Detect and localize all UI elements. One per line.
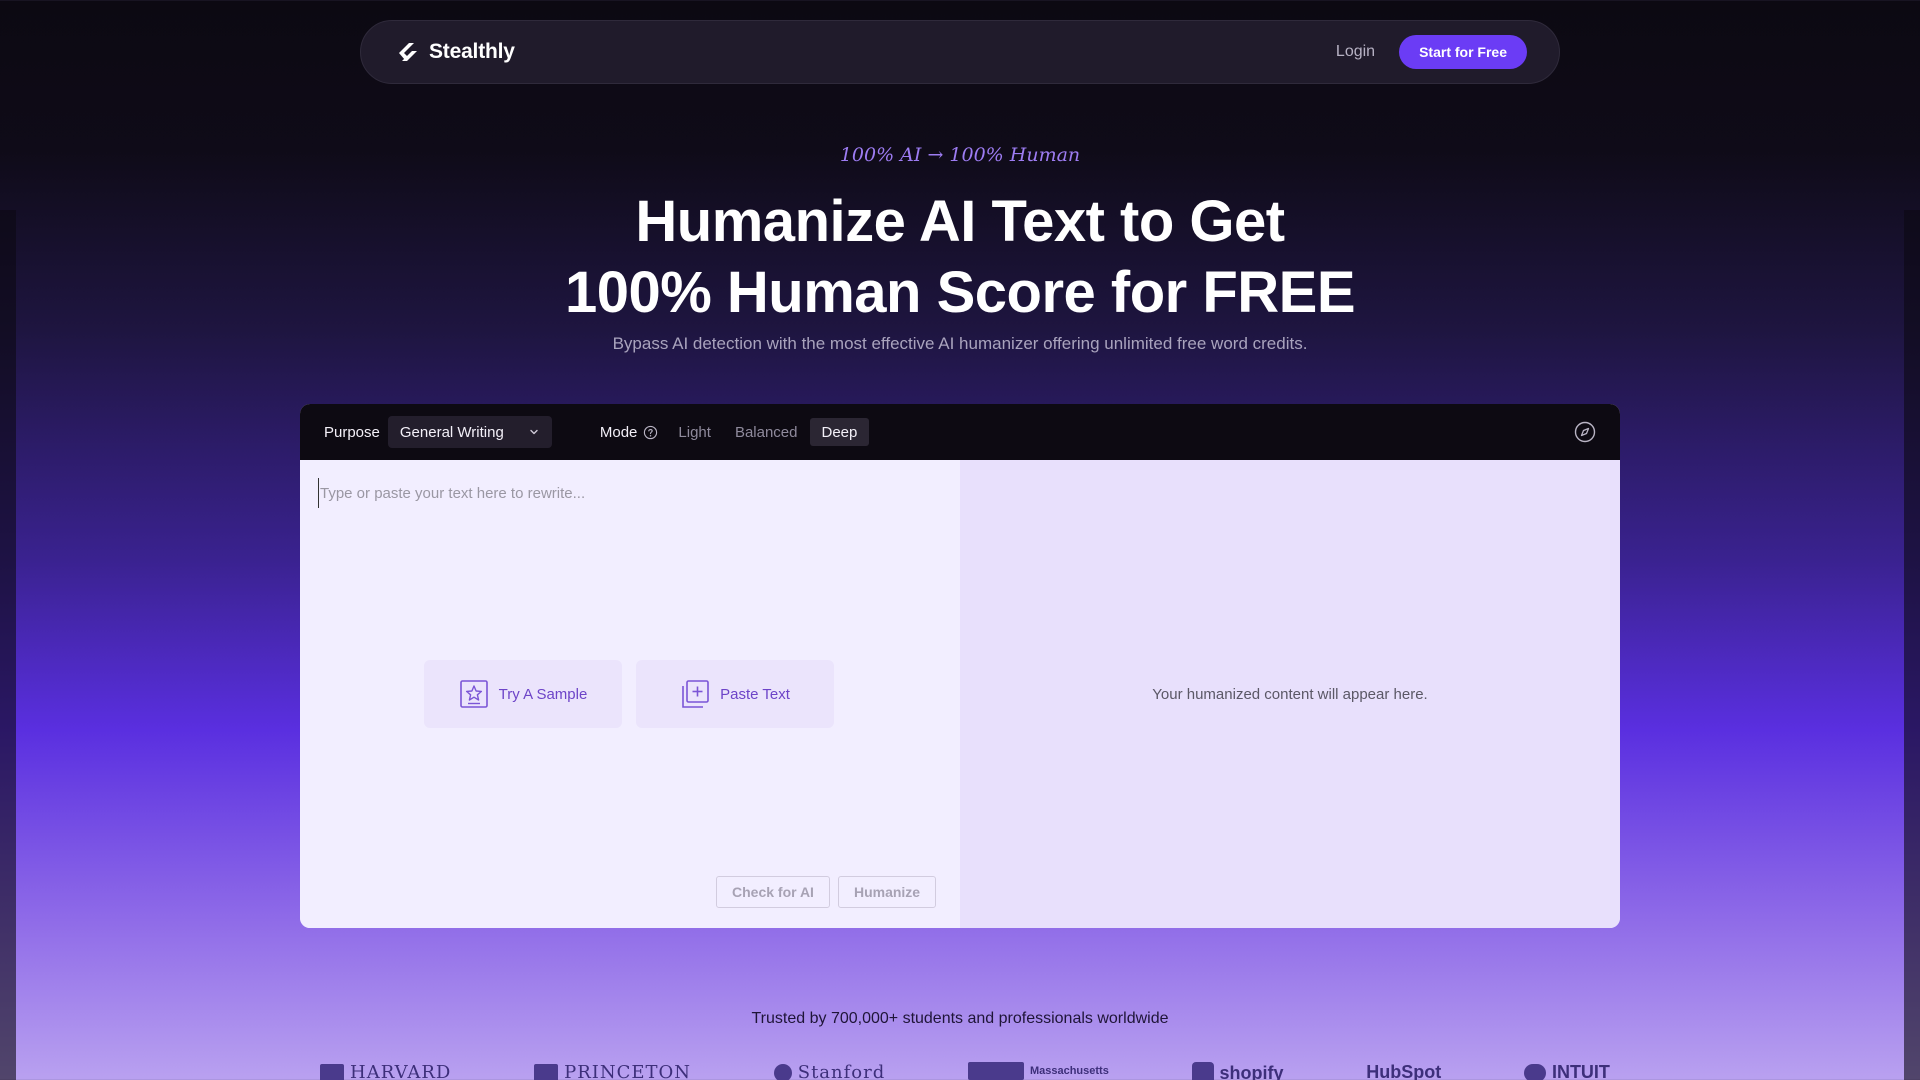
intuit-mark-icon	[1523, 1063, 1546, 1080]
hero-title-line-1: Humanize AI Text to Get	[635, 189, 1285, 254]
stanford-text: Stanford	[797, 1062, 886, 1080]
hero-eyebrow: 100% AI → 100% Human	[839, 144, 1081, 166]
paste-text-label: Paste Text	[720, 685, 790, 703]
brand-logo[interactable]: Stealthly	[395, 39, 515, 65]
stanford-seal-icon	[773, 1063, 792, 1080]
hero-title-line-2: 100% Human Score for FREE	[564, 260, 1356, 325]
shopify-bag-icon	[1191, 1062, 1214, 1080]
hubspot-text: HubSpot	[1366, 1062, 1442, 1080]
top-navbar: Stealthly Login Start for Free	[360, 20, 1560, 84]
stealthly-logo-icon	[399, 43, 417, 61]
paste-plus-icon	[682, 680, 709, 708]
harvard-logo: HARVARD	[320, 1062, 451, 1080]
purpose-value: General Writing	[399, 423, 504, 441]
mit-text: Massachusetts	[1029, 1065, 1109, 1077]
chevron-down-icon	[530, 429, 538, 435]
hero-subtitle: Bypass AI detection with the most effect…	[612, 334, 1308, 353]
princeton-logo: PRINCETON	[534, 1062, 691, 1080]
editor-actions: Check for AI Humanize	[716, 876, 937, 908]
hero-title: Humanize AI Text to Get 100% Human Score…	[0, 186, 1920, 328]
mode-balanced[interactable]: Balanced	[723, 418, 810, 446]
intuit-text: INTUIT	[1551, 1062, 1610, 1080]
login-link[interactable]: Login	[1336, 43, 1375, 61]
output-placeholder: Your humanized content will appear here.	[1152, 685, 1428, 703]
start-free-button[interactable]: Start for Free	[1399, 35, 1527, 69]
input-pane: Try A Sample Paste Text Check for AI Hum…	[300, 460, 960, 928]
stanford-logo: Stanford	[773, 1062, 886, 1080]
help-circle-icon[interactable]	[643, 425, 658, 440]
intuit-logo: INTUIT	[1523, 1062, 1610, 1080]
mit-logo: Massachusetts	[967, 1062, 1109, 1080]
princeton-text: PRINCETON	[564, 1062, 692, 1080]
humanize-button[interactable]: Humanize	[837, 876, 937, 908]
trust-statement: Trusted by 700,000+ students and profess…	[751, 1010, 1169, 1027]
shopify-logo: shopify	[1191, 1062, 1284, 1080]
nav-actions: Login Start for Free	[1336, 35, 1527, 69]
check-ai-button[interactable]: Check for AI	[716, 876, 830, 908]
brand-name: Stealthly	[429, 40, 515, 63]
mode-selector: Mode Light Balanced Deep	[599, 418, 870, 446]
try-sample-label: Try A Sample	[498, 685, 588, 703]
mode-label: Mode	[599, 423, 638, 441]
editor-panes: Try A Sample Paste Text Check for AI Hum…	[300, 460, 1620, 928]
partner-logos: HARVARD PRINCETON Stanford Massachusetts…	[320, 1062, 1610, 1080]
editor-toolbar: Purpose General Writing Mode Light Balan…	[300, 404, 1620, 460]
harvard-text: HARVARD	[350, 1062, 452, 1080]
paste-text-button[interactable]: Paste Text	[636, 660, 834, 728]
purpose-select[interactable]: General Writing	[387, 416, 552, 448]
hubspot-logo: HubSpot	[1366, 1062, 1441, 1080]
mode-light[interactable]: Light	[666, 418, 723, 446]
compass-icon[interactable]	[1574, 421, 1596, 443]
mode-deep[interactable]: Deep	[809, 418, 870, 446]
princeton-shield-icon	[534, 1063, 559, 1080]
harvard-shield-icon	[320, 1063, 344, 1080]
purpose-label: Purpose	[324, 423, 380, 441]
output-pane: Your humanized content will appear here.	[960, 460, 1620, 928]
text-input[interactable]	[318, 478, 938, 508]
try-sample-button[interactable]: Try A Sample	[424, 660, 622, 728]
mit-mark-icon	[967, 1062, 1024, 1080]
shopify-text: shopify	[1219, 1062, 1284, 1080]
star-document-icon	[459, 680, 488, 708]
humanizer-editor: Purpose General Writing Mode Light Balan…	[300, 404, 1620, 928]
